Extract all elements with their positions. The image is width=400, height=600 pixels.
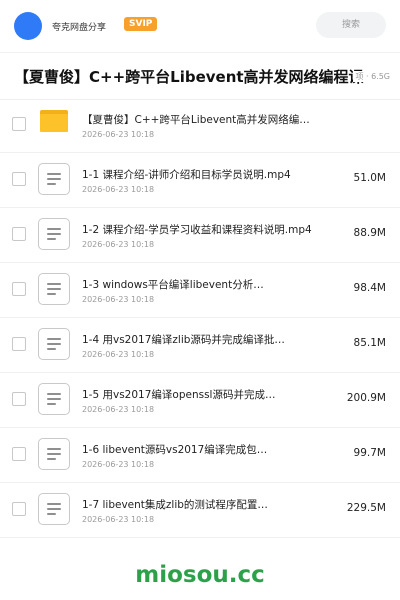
item-name: 1-3 windows平台编译libevent分析… bbox=[82, 279, 264, 291]
item-date: 2026-06-23 10:18 bbox=[82, 515, 155, 524]
item-size: 85.1M bbox=[353, 337, 386, 349]
share-owner-name: 夸克网盘分享 bbox=[52, 23, 107, 33]
item-date: 2026-06-23 10:18 bbox=[82, 405, 155, 414]
item-date: 2026-06-23 10:18 bbox=[82, 350, 155, 359]
item-size: 51.0M bbox=[353, 172, 386, 184]
item-name: 1-4 用vs2017编译zlib源码并完成编译批… bbox=[82, 334, 285, 346]
avatar[interactable] bbox=[14, 12, 42, 40]
file-icon bbox=[38, 273, 70, 305]
item-name: 1-1 课程介绍-讲师介绍和目标学员说明.mp4 bbox=[82, 169, 291, 181]
search-button[interactable]: 搜索 bbox=[316, 12, 386, 38]
item-date: 2026-06-23 10:18 bbox=[82, 130, 155, 139]
folder-title-row: 【夏曹俊】C++跨平台Libevent高并发网络编程课 项 · 6.5G bbox=[0, 52, 400, 100]
select-checkbox[interactable] bbox=[12, 502, 26, 516]
item-date: 2026-06-23 10:18 bbox=[82, 295, 155, 304]
watermark: miosou.cc bbox=[135, 562, 265, 588]
list-item[interactable]: 1-1 课程介绍-讲师介绍和目标学员说明.mp4 2026-06-23 10:1… bbox=[0, 153, 400, 208]
file-icon bbox=[38, 328, 70, 360]
item-size: 200.9M bbox=[346, 392, 386, 404]
item-size: 98.4M bbox=[353, 282, 386, 294]
folder-meta: 项 · 6.5G bbox=[353, 71, 390, 82]
file-list: 【夏曹俊】C++跨平台Libevent高并发网络编… 2026-06-23 10… bbox=[0, 98, 400, 538]
item-name: 1-7 libevent集成zlib的测试程序配置… bbox=[82, 499, 268, 511]
item-name: 1-6 libevent源码vs2017编译完成包… bbox=[82, 444, 268, 456]
list-item[interactable]: 1-2 课程介绍-学员学习收益和课程资料说明.mp4 2026-06-23 10… bbox=[0, 208, 400, 263]
item-size: 88.9M bbox=[353, 227, 386, 239]
top-bar: 夸克网盘分享 SVIP 搜索 bbox=[0, 0, 400, 52]
file-icon bbox=[38, 218, 70, 250]
file-icon bbox=[38, 163, 70, 195]
list-item[interactable]: 1-4 用vs2017编译zlib源码并完成编译批… 2026-06-23 10… bbox=[0, 318, 400, 373]
select-checkbox[interactable] bbox=[12, 227, 26, 241]
select-checkbox[interactable] bbox=[12, 392, 26, 406]
item-name: 1-5 用vs2017编译openssl源码并完成… bbox=[82, 389, 276, 401]
item-name: 【夏曹俊】C++跨平台Libevent高并发网络编… bbox=[82, 114, 310, 126]
select-checkbox[interactable] bbox=[12, 117, 26, 131]
list-item[interactable]: 1-7 libevent集成zlib的测试程序配置… 2026-06-23 10… bbox=[0, 483, 400, 538]
select-checkbox[interactable] bbox=[12, 337, 26, 351]
select-checkbox[interactable] bbox=[12, 172, 26, 186]
file-icon bbox=[38, 438, 70, 470]
file-icon bbox=[38, 493, 70, 525]
select-checkbox[interactable] bbox=[12, 447, 26, 461]
item-date: 2026-06-23 10:18 bbox=[82, 460, 155, 469]
page-title: 【夏曹俊】C++跨平台Libevent高并发网络编程课 bbox=[14, 68, 364, 86]
item-date: 2026-06-23 10:18 bbox=[82, 240, 155, 249]
list-item[interactable]: 1-5 用vs2017编译openssl源码并完成… 2026-06-23 10… bbox=[0, 373, 400, 428]
item-size: 99.7M bbox=[353, 447, 386, 459]
item-name: 1-2 课程介绍-学员学习收益和课程资料说明.mp4 bbox=[82, 224, 312, 236]
svip-badge: SVIP bbox=[124, 17, 158, 31]
list-item-folder[interactable]: 【夏曹俊】C++跨平台Libevent高并发网络编… 2026-06-23 10… bbox=[0, 98, 400, 153]
file-icon bbox=[38, 383, 70, 415]
folder-icon bbox=[40, 110, 68, 132]
item-size: 229.5M bbox=[346, 502, 386, 514]
select-checkbox[interactable] bbox=[12, 282, 26, 296]
list-item[interactable]: 1-3 windows平台编译libevent分析… 2026-06-23 10… bbox=[0, 263, 400, 318]
item-date: 2026-06-23 10:18 bbox=[82, 185, 155, 194]
list-item[interactable]: 1-6 libevent源码vs2017编译完成包… 2026-06-23 10… bbox=[0, 428, 400, 483]
